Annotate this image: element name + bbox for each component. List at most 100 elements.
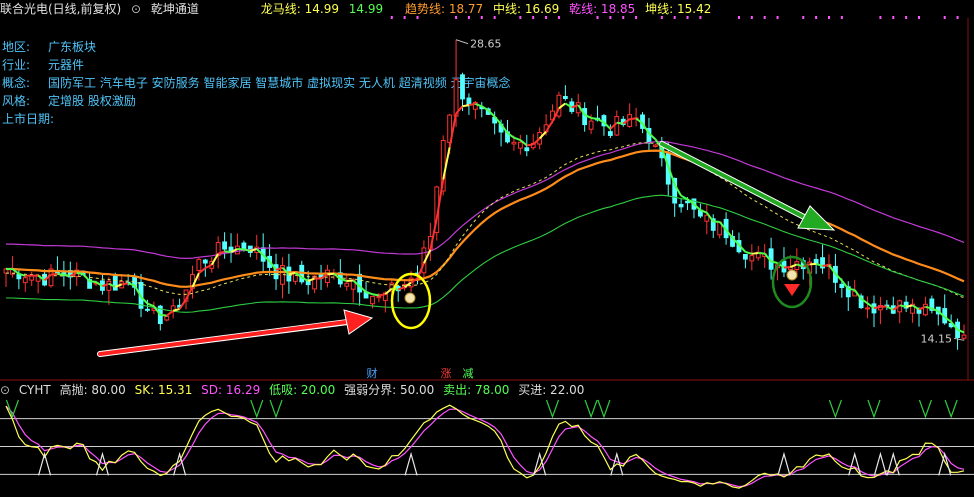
candle-body — [511, 141, 517, 145]
longma-segment — [224, 250, 232, 253]
candle-body — [923, 303, 928, 316]
indicator-title[interactable]: CYHT — [19, 383, 51, 397]
top-signal-dot — [699, 16, 702, 19]
top-signal-dot — [455, 16, 458, 19]
longma-segment — [50, 272, 58, 276]
dixi-label: 低吸: 20.00 — [269, 383, 336, 397]
red-arrow-head — [343, 309, 374, 335]
candle-body — [466, 97, 472, 105]
top-signal-dot — [750, 16, 753, 19]
top-signal-dot — [545, 16, 548, 19]
top-signal-dot — [827, 16, 830, 19]
top-signal-dot — [609, 16, 612, 19]
longma-segment — [147, 302, 155, 308]
longma-segment — [513, 136, 521, 141]
candle-body — [196, 258, 202, 271]
high-pointer — [455, 39, 469, 45]
candle-body — [524, 147, 530, 152]
longma-segment — [616, 121, 624, 125]
longma-segment — [899, 304, 907, 308]
annotations-layer: 28.65 14.15 财 涨减 — [97, 38, 965, 380]
candle-body — [607, 131, 613, 136]
sell-spike — [269, 399, 283, 419]
candle-body — [106, 280, 112, 291]
price-chart[interactable]: 28.65 14.15 财 涨减 — [0, 0, 974, 497]
top-signal-dot — [390, 16, 393, 19]
maichu-label: 卖出: 78.00 — [443, 383, 510, 397]
top-signal-dot — [622, 16, 625, 19]
longma-segment — [121, 282, 129, 286]
top-signal-dot — [557, 16, 560, 19]
candle-body — [742, 253, 748, 260]
longma-segment — [905, 304, 913, 308]
sell-spike — [584, 399, 598, 419]
longma-segment — [758, 252, 765, 255]
money-bag-icon — [786, 269, 798, 281]
top-signal-dot — [635, 16, 638, 19]
candle-body — [112, 275, 118, 291]
sell-spike — [828, 399, 842, 419]
top-signal-dot — [737, 16, 740, 19]
top-signal-dot — [879, 16, 882, 19]
longma-segment — [629, 117, 637, 121]
gaopao-label: 高抛: 80.00 — [59, 383, 126, 397]
candle-body — [588, 120, 594, 130]
candle-body — [517, 141, 523, 149]
top-signal-dot — [776, 16, 779, 19]
indicator-layer — [0, 399, 974, 489]
top-signal-dot — [802, 16, 805, 19]
red-arrow-shaft — [98, 320, 348, 356]
top-signal-dot — [956, 16, 959, 19]
top-signal-dot — [519, 16, 522, 19]
candle-body — [222, 241, 228, 250]
longma-segment — [89, 280, 97, 284]
top-signal-dot — [493, 16, 496, 19]
top-signal-dot — [416, 16, 419, 19]
money-bag-icon — [404, 292, 416, 304]
longma-segment — [468, 102, 476, 107]
indicator-toggle-icon[interactable]: ⊙ — [0, 383, 10, 397]
marker-zhang: 涨 — [441, 367, 452, 380]
qiangruo-label: 强弱分界: 50.00 — [344, 383, 435, 397]
top-signal-dot — [815, 16, 818, 19]
sell-spike — [867, 399, 881, 419]
candle-body — [357, 273, 363, 293]
longma-segment — [462, 104, 470, 108]
candle-body — [813, 259, 819, 264]
longma-segment — [822, 264, 830, 267]
candle-body — [22, 277, 28, 284]
longma-segment — [873, 305, 881, 310]
indicator-header: ⊙ CYHT 高抛: 80.00 SK: 15.31 SD: 16.29 低吸:… — [0, 382, 974, 398]
high-price-label: 28.65 — [470, 38, 502, 51]
longma-segment — [166, 309, 174, 317]
longma-segment — [429, 218, 438, 251]
mairu-label: 买进: 22.00 — [518, 383, 585, 397]
candle-body — [145, 308, 150, 311]
low-price-label: 14.15 — [921, 332, 953, 345]
candle-body — [614, 116, 620, 136]
sell-spike — [250, 399, 264, 419]
longma-segment — [848, 287, 855, 291]
sk-label: SK: 15.31 — [134, 383, 193, 397]
longma-segment — [751, 252, 759, 255]
longma-segment — [378, 293, 386, 297]
green-arrow-shaft — [660, 142, 808, 220]
top-signal-dot — [905, 16, 908, 19]
sell-spike — [545, 399, 560, 419]
longma-segment — [327, 272, 334, 276]
longma-segment — [76, 272, 84, 275]
candle-body — [460, 74, 465, 100]
candle-body — [961, 334, 967, 339]
candle-body — [678, 203, 684, 208]
longma-segment — [160, 313, 167, 317]
sell-spike — [918, 399, 932, 419]
longma-segment — [288, 271, 296, 276]
magenta-channel-line — [6, 140, 965, 260]
top-signal-dot — [917, 16, 920, 19]
buy-spike — [938, 451, 952, 476]
longma-segment — [57, 272, 64, 276]
top-signal-dot — [763, 16, 766, 19]
longma-segment — [178, 298, 187, 310]
longma-segment — [82, 273, 91, 282]
candle-body — [562, 95, 568, 100]
